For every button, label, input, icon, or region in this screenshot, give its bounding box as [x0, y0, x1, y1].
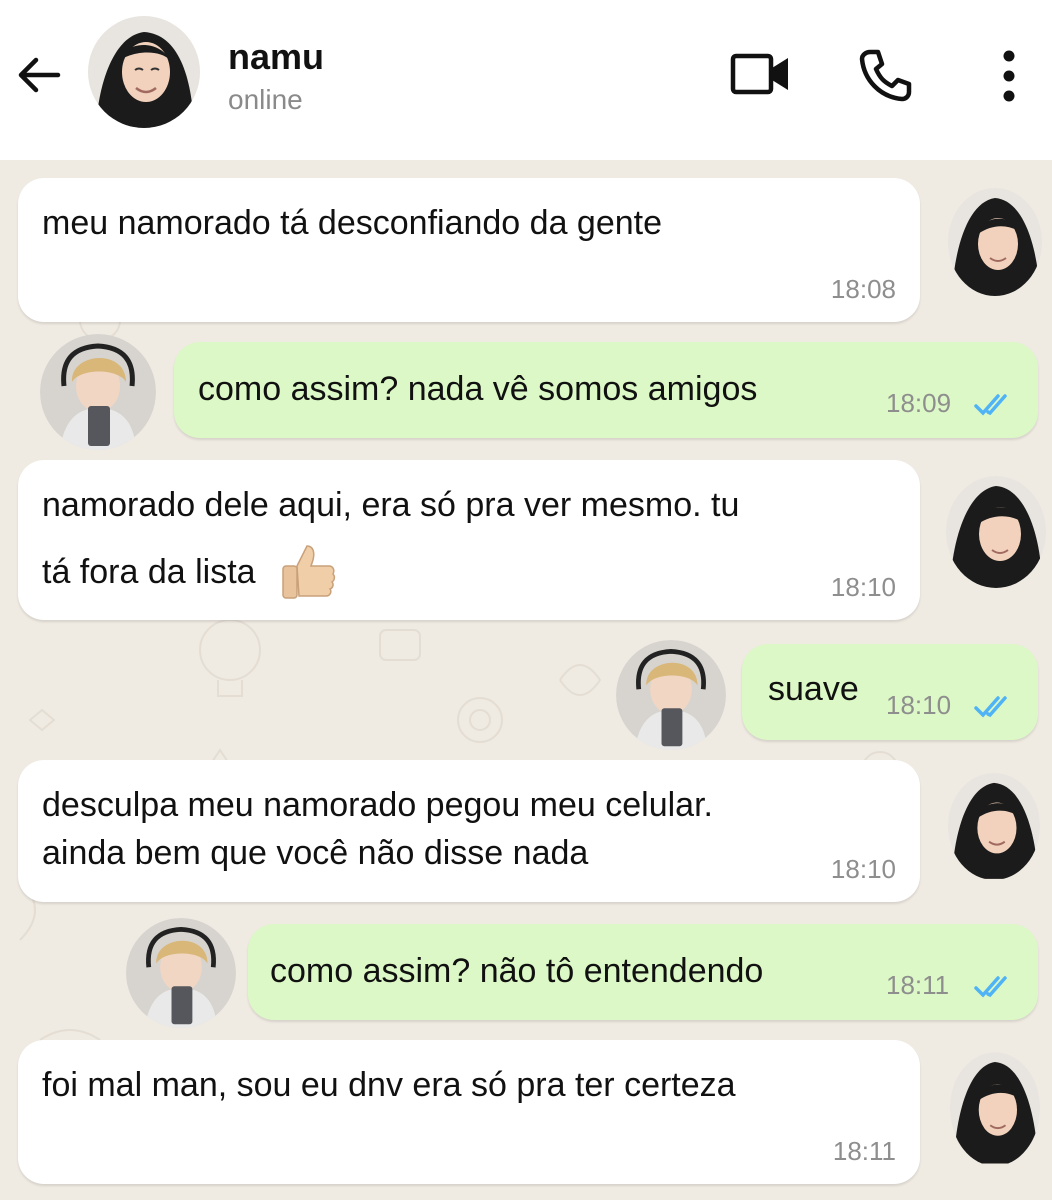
video-call-icon[interactable]	[730, 48, 792, 100]
message-bubble-incoming[interactable]: desculpa meu namorado pegou meu celular.…	[18, 760, 920, 902]
message-text: como assim? não tô entendendo	[270, 952, 764, 990]
contact-avatar-image	[946, 476, 1046, 588]
more-vert-icon[interactable]	[994, 48, 1024, 104]
message-text: ainda bem que você não disse nada	[42, 834, 589, 872]
message-text-line: tá fora da lista	[42, 552, 256, 591]
message-bubble-outgoing[interactable]: como assim? não tô entendendo 18:11	[248, 924, 1038, 1020]
user-avatar-small[interactable]	[126, 918, 236, 1028]
contact-avatar-image	[88, 16, 200, 128]
contact-avatar-small[interactable]	[948, 772, 1040, 880]
message-text: como assim? nada vê somos amigos	[198, 370, 758, 408]
contact-avatar-image	[950, 1052, 1040, 1164]
chat-area[interactable]: meu namorado tá desconfiando da gente 18…	[0, 160, 1052, 1200]
message-time: 18:09	[886, 388, 952, 418]
message-text: tá fora da lista	[42, 542, 339, 606]
message-text: namorado dele aqui, era só pra ver mesmo…	[42, 486, 740, 524]
read-receipt-icon	[974, 976, 1007, 998]
message-time: 18:10	[830, 854, 896, 884]
message-time: 18:11	[886, 970, 950, 1000]
message-text: desculpa meu namorado pegou meu celular.	[42, 786, 713, 824]
message-bubble-outgoing[interactable]: suave 18:10	[742, 644, 1038, 740]
user-avatar-image	[40, 334, 156, 450]
user-avatar-image	[126, 918, 236, 1028]
contact-status: online	[228, 84, 303, 115]
read-receipt-icon	[974, 696, 1007, 718]
message-text: suave	[768, 670, 859, 708]
contact-avatar-small[interactable]	[948, 188, 1042, 296]
contact-avatar-image	[948, 188, 1042, 296]
message-bubble-incoming[interactable]: foi mal man, sou eu dnv era só pra ter c…	[18, 1040, 920, 1184]
message-time: 18:11	[832, 1136, 896, 1166]
contact-avatar-small[interactable]	[946, 476, 1046, 588]
message-bubble-incoming[interactable]: namorado dele aqui, era só pra ver mesmo…	[18, 460, 920, 620]
contact-name[interactable]: namu	[228, 36, 324, 78]
message-time: 18:10	[886, 690, 952, 720]
phone-call-icon[interactable]	[858, 48, 912, 102]
user-avatar-small[interactable]	[616, 640, 726, 750]
message-time: 18:08	[830, 274, 896, 304]
user-avatar-image	[616, 640, 726, 750]
contact-avatar-image	[948, 773, 1040, 879]
chat-header: namu online	[0, 0, 1052, 160]
read-receipt-icon	[974, 394, 1007, 416]
user-avatar-small[interactable]	[40, 334, 156, 450]
contact-avatar-small[interactable]	[950, 1050, 1040, 1166]
message-bubble-outgoing[interactable]: como assim? nada vê somos amigos 18:09	[174, 342, 1038, 438]
contact-avatar[interactable]	[88, 16, 200, 128]
message-text: meu namorado tá desconfiando da gente	[42, 204, 663, 242]
back-arrow-icon[interactable]	[14, 50, 64, 100]
thumbs-up-emoji-icon	[282, 545, 336, 599]
message-time: 18:10	[830, 572, 896, 602]
message-text: foi mal man, sou eu dnv era só pra ter c…	[42, 1066, 736, 1104]
message-bubble-incoming[interactable]: meu namorado tá desconfiando da gente 18…	[18, 178, 920, 322]
